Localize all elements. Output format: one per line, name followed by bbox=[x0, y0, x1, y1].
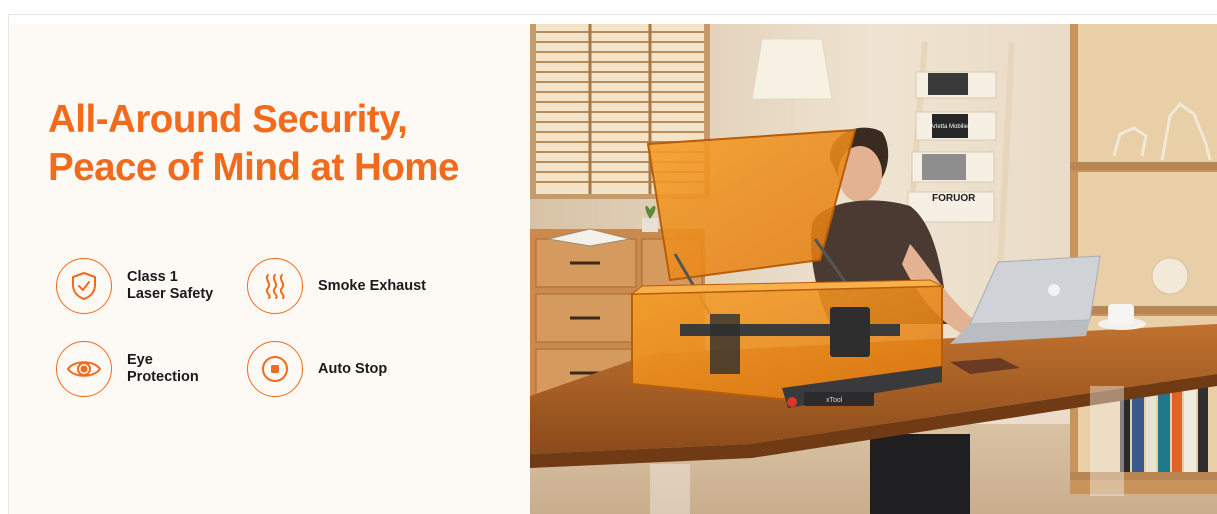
feature-label-line-1: Eye bbox=[127, 352, 153, 368]
feature-laser-safety: Class 1 Laser Safety bbox=[56, 258, 213, 314]
stop-button-icon bbox=[247, 341, 303, 397]
shield-check-icon bbox=[56, 258, 112, 314]
feature-eye-protection: Eye Protection bbox=[56, 341, 199, 397]
feature-label: Eye Protection bbox=[127, 352, 199, 386]
banner-headline: All-Around Security, Peace of Mind at Ho… bbox=[48, 96, 459, 192]
feature-auto-stop: Auto Stop bbox=[247, 341, 387, 397]
feature-label: Class 1 Laser Safety bbox=[127, 269, 213, 303]
feature-label-line-1: Class 1 bbox=[127, 269, 178, 285]
home-office-scene-illustration: Arletta Mobilier FORUOR xTool bbox=[530, 24, 1217, 514]
product-photo: Arletta Mobilier FORUOR xTool bbox=[530, 24, 1217, 514]
feature-label-line-2: Laser Safety bbox=[127, 286, 214, 302]
feature-smoke-exhaust: Smoke Exhaust bbox=[247, 258, 426, 314]
feature-label: Smoke Exhaust bbox=[318, 278, 426, 295]
feature-label-line-1: Auto Stop bbox=[318, 360, 388, 377]
magazine-label: Arletta Mobilier bbox=[930, 124, 970, 130]
feature-label-line-1: Smoke Exhaust bbox=[318, 277, 426, 294]
headline-line-1: All-Around Security, bbox=[48, 98, 408, 141]
feature-label-line-2: Protection bbox=[127, 369, 199, 385]
feature-label: Auto Stop bbox=[318, 361, 387, 378]
shelf-book-label: FORUOR bbox=[932, 193, 976, 204]
smoke-waves-icon bbox=[247, 258, 303, 314]
headline-line-2: Peace of Mind at Home bbox=[48, 146, 459, 189]
machine-badge: xTool bbox=[826, 397, 843, 404]
eye-icon bbox=[56, 341, 112, 397]
